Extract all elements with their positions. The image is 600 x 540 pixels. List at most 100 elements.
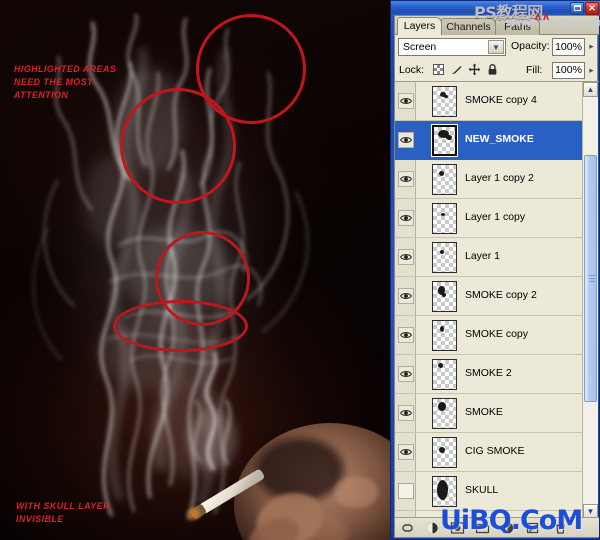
layer-visibility-eye-icon[interactable] (398, 132, 414, 148)
delete-layer-icon[interactable] (553, 521, 568, 535)
thumbnail-content (441, 213, 445, 216)
layer-row[interactable]: Layer 1 copy 2 (395, 160, 582, 199)
layer-thumbnail[interactable] (432, 281, 457, 312)
layer-row[interactable]: SMOKE copy 4 (395, 82, 582, 121)
tab-channels[interactable]: Channels (441, 18, 496, 35)
thumbnail-content (438, 402, 446, 411)
layer-row[interactable]: SMOKE 2 (395, 355, 582, 394)
layer-thumbnail[interactable] (432, 242, 457, 273)
scrollbar-grip-icon (589, 274, 595, 283)
blend-mode-select[interactable]: Screen ▼ (398, 38, 506, 56)
screenshot-root: Highlighted areas need the most attentio… (0, 0, 600, 540)
thumbnail-content (444, 95, 448, 98)
layer-row[interactable]: SMOKE copy 2 (395, 277, 582, 316)
blend-mode-value: Screen (403, 41, 437, 53)
close-window-button[interactable]: ✕ (585, 2, 599, 15)
new-layer-icon[interactable] (525, 521, 540, 535)
lock-image-pixels-icon[interactable] (450, 63, 463, 76)
layer-thumbnail[interactable] (432, 398, 457, 429)
layer-name: SMOKE 2 (465, 367, 512, 379)
thumbnail-content (438, 363, 443, 368)
thumbnail-content (439, 171, 444, 176)
highlight-circle-4 (113, 300, 248, 352)
layer-visibility-eye-icon[interactable] (398, 366, 414, 382)
layer-visibility-off-box[interactable] (398, 483, 414, 499)
panel-body: Layers Channels Paths Screen ▼ Opacity: … (394, 15, 599, 538)
lock-row: Lock: Fill: 100% ▸ (395, 58, 599, 82)
layers-panel-window: ✕ Layers Channels Paths Screen ▼ Opacity… (390, 0, 600, 540)
window-frame: ✕ Layers Channels Paths Screen ▼ Opacity… (390, 0, 600, 540)
lock-all-icon[interactable] (486, 63, 499, 76)
layer-list-scrollbar[interactable]: ▲ ▼ (582, 82, 598, 519)
highlight-circle-2 (120, 88, 236, 204)
layer-name: SMOKE copy (465, 328, 529, 340)
annotation-top-text: Highlighted areas need the most attentio… (14, 64, 117, 101)
layer-visibility-eye-icon[interactable] (398, 210, 414, 226)
thumbnail-content (439, 447, 445, 453)
panel-tabstrip: Layers Channels Paths (395, 16, 599, 35)
layer-visibility-eye-icon[interactable] (398, 171, 414, 187)
window-titlebar[interactable]: ✕ (391, 1, 600, 16)
layer-row[interactable]: SMOKE (395, 394, 582, 433)
scroll-up-button[interactable]: ▲ (583, 82, 598, 97)
adjustment-layer-icon[interactable] (500, 521, 515, 535)
scrollbar-thumb[interactable] (584, 155, 597, 402)
fill-stepper-icon[interactable]: ▸ (586, 63, 597, 78)
thumbnail-content (440, 250, 444, 254)
layer-visibility-eye-icon[interactable] (398, 249, 414, 265)
layer-thumbnail[interactable] (432, 320, 457, 351)
layer-row[interactable]: Layer 1 copy (395, 199, 582, 238)
image-canvas[interactable]: Highlighted areas need the most attentio… (0, 0, 392, 540)
layer-style-icon[interactable] (425, 521, 440, 535)
layer-thumbnail[interactable] (432, 203, 457, 234)
layer-row[interactable]: NEW_SMOKE (395, 121, 582, 160)
tab-paths[interactable]: Paths (495, 18, 540, 35)
layer-list[interactable]: SMOKE copy 4 NEW_SMOKE Layer 1 copy 2 Layer… (395, 82, 582, 519)
thumbnail-content (437, 480, 448, 500)
tab-layers[interactable]: Layers (397, 17, 442, 35)
thumbnail-content (442, 293, 446, 297)
layer-name: Layer 1 copy 2 (465, 172, 534, 184)
layer-visibility-eye-icon[interactable] (398, 405, 414, 421)
lock-transparent-pixels-icon[interactable] (432, 63, 445, 76)
layer-name: SMOKE copy 4 (465, 94, 537, 106)
layer-name: NEW_SMOKE (465, 133, 534, 145)
layer-name: Layer 1 copy (465, 211, 526, 223)
layer-row[interactable]: Layer 1 (395, 238, 582, 277)
link-layers-icon[interactable] (400, 521, 415, 535)
layer-row[interactable]: CIG SMOKE (395, 433, 582, 472)
fill-label: Fill: (526, 64, 543, 76)
lock-label: Lock: (399, 64, 425, 76)
layer-thumbnail[interactable] (431, 124, 458, 157)
layer-mask-icon[interactable] (450, 521, 465, 535)
layer-visibility-eye-icon[interactable] (398, 327, 414, 343)
chevron-down-icon[interactable]: ▼ (488, 40, 504, 54)
opacity-stepper-icon[interactable]: ▸ (586, 39, 597, 54)
layer-name: SMOKE (465, 406, 503, 418)
layers-panel-toolbar (395, 517, 599, 537)
new-group-icon[interactable] (475, 521, 490, 535)
opacity-input[interactable]: 100% (552, 38, 585, 56)
layer-thumbnail[interactable] (432, 359, 457, 390)
opacity-label: Opacity: (511, 40, 550, 52)
layer-name: SKULL (465, 484, 499, 496)
layer-name: CIG SMOKE (465, 445, 525, 457)
layer-name: SMOKE copy 2 (465, 289, 537, 301)
layer-thumbnail[interactable] (432, 86, 457, 117)
layer-visibility-eye-icon[interactable] (398, 288, 414, 304)
layer-visibility-eye-icon[interactable] (398, 444, 414, 460)
layer-thumbnail[interactable] (432, 164, 457, 195)
annotation-bottom-text: With skull layer invisible (16, 501, 110, 525)
layer-name: Layer 1 (465, 250, 501, 262)
thumbnail-content (440, 326, 444, 332)
layer-thumbnail[interactable] (432, 437, 457, 468)
fill-input[interactable]: 100% (552, 62, 585, 79)
lock-position-icon[interactable] (468, 63, 481, 76)
layer-visibility-eye-icon[interactable] (398, 93, 414, 109)
layer-row[interactable]: SMOKE copy (395, 316, 582, 355)
scrollbar-track[interactable] (583, 97, 598, 504)
thumbnail-content (446, 135, 452, 140)
layer-thumbnail[interactable] (432, 476, 457, 507)
layer-row[interactable]: SKULL (395, 472, 582, 511)
restore-window-button[interactable] (570, 2, 584, 15)
